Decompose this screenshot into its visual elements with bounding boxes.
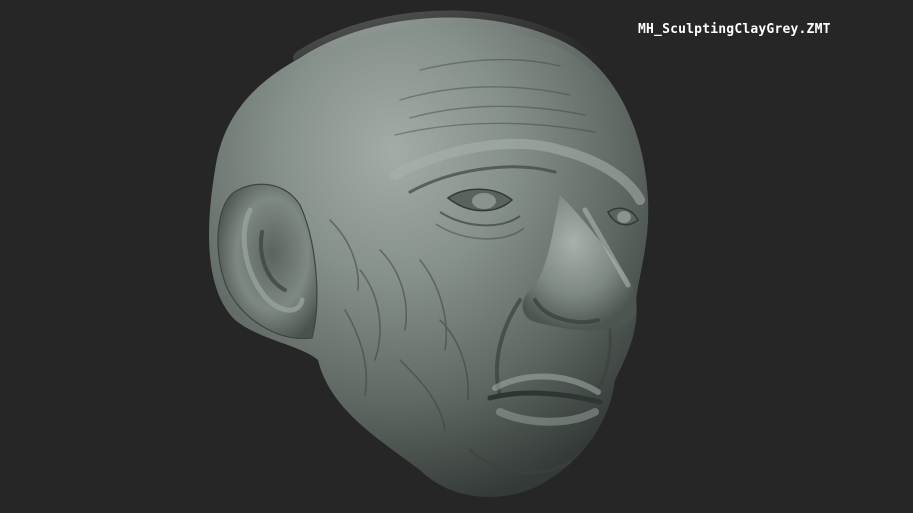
- material-name-label: MH_SculptingClayGrey.ZMT: [638, 22, 831, 37]
- sculpt-viewport[interactable]: MH_SculptingClayGrey.ZMT: [0, 0, 913, 513]
- sculpted-head-mesh: [209, 10, 649, 498]
